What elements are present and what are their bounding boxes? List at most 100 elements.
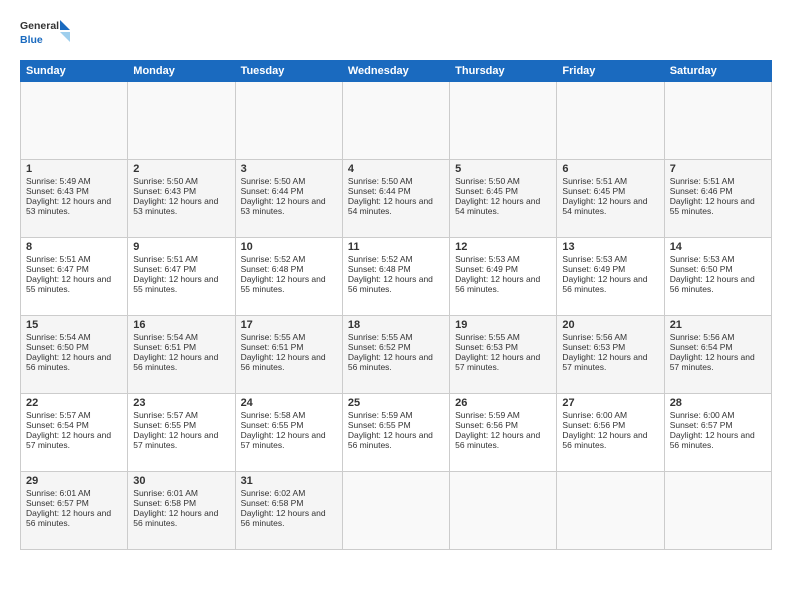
sunrise-text: Sunrise: 5:54 AM [26, 332, 91, 342]
day-cell: 31Sunrise: 6:02 AMSunset: 6:58 PMDayligh… [235, 472, 342, 550]
day-cell [128, 82, 235, 160]
sunset-text: Sunset: 6:57 PM [670, 420, 733, 430]
sunset-text: Sunset: 6:46 PM [670, 186, 733, 196]
day-number: 14 [670, 241, 766, 253]
day-number: 21 [670, 319, 766, 331]
sunrise-text: Sunrise: 5:52 AM [241, 254, 306, 264]
sunrise-text: Sunrise: 5:51 AM [26, 254, 91, 264]
sunset-text: Sunset: 6:53 PM [562, 342, 625, 352]
day-cell: 6Sunrise: 5:51 AMSunset: 6:45 PMDaylight… [557, 160, 664, 238]
day-cell [557, 472, 664, 550]
sunset-text: Sunset: 6:54 PM [26, 420, 89, 430]
day-cell: 21Sunrise: 5:56 AMSunset: 6:54 PMDayligh… [664, 316, 771, 394]
sunset-text: Sunset: 6:44 PM [348, 186, 411, 196]
day-number: 28 [670, 397, 766, 409]
sunrise-text: Sunrise: 5:52 AM [348, 254, 413, 264]
sunrise-text: Sunrise: 5:54 AM [133, 332, 198, 342]
day-cell: 4Sunrise: 5:50 AMSunset: 6:44 PMDaylight… [342, 160, 449, 238]
day-number: 2 [133, 163, 229, 175]
sunrise-text: Sunrise: 6:02 AM [241, 488, 306, 498]
day-cell [21, 82, 128, 160]
sunrise-text: Sunrise: 5:51 AM [562, 176, 627, 186]
daylight-text: Daylight: 12 hours and 57 minutes. [241, 430, 326, 450]
day-number: 13 [562, 241, 658, 253]
sunrise-text: Sunrise: 5:55 AM [455, 332, 520, 342]
sunset-text: Sunset: 6:43 PM [26, 186, 89, 196]
sunset-text: Sunset: 6:50 PM [26, 342, 89, 352]
sunrise-text: Sunrise: 5:49 AM [26, 176, 91, 186]
sunrise-text: Sunrise: 5:58 AM [241, 410, 306, 420]
daylight-text: Daylight: 12 hours and 56 minutes. [26, 508, 111, 528]
day-number: 24 [241, 397, 337, 409]
daylight-text: Daylight: 12 hours and 57 minutes. [455, 352, 540, 372]
daylight-text: Daylight: 12 hours and 56 minutes. [133, 352, 218, 372]
daylight-text: Daylight: 12 hours and 56 minutes. [455, 274, 540, 294]
day-cell: 22Sunrise: 5:57 AMSunset: 6:54 PMDayligh… [21, 394, 128, 472]
day-cell: 1Sunrise: 5:49 AMSunset: 6:43 PMDaylight… [21, 160, 128, 238]
sunset-text: Sunset: 6:56 PM [455, 420, 518, 430]
calendar-table: SundayMondayTuesdayWednesdayThursdayFrid… [20, 60, 772, 550]
daylight-text: Daylight: 12 hours and 56 minutes. [348, 352, 433, 372]
sunrise-text: Sunrise: 5:55 AM [241, 332, 306, 342]
sunrise-text: Sunrise: 5:57 AM [133, 410, 198, 420]
daylight-text: Daylight: 12 hours and 53 minutes. [26, 196, 111, 216]
sunrise-text: Sunrise: 5:50 AM [348, 176, 413, 186]
daylight-text: Daylight: 12 hours and 56 minutes. [133, 508, 218, 528]
week-row-6: 29Sunrise: 6:01 AMSunset: 6:57 PMDayligh… [21, 472, 772, 550]
day-cell: 2Sunrise: 5:50 AMSunset: 6:43 PMDaylight… [128, 160, 235, 238]
day-cell: 12Sunrise: 5:53 AMSunset: 6:49 PMDayligh… [450, 238, 557, 316]
day-number: 20 [562, 319, 658, 331]
day-cell [235, 82, 342, 160]
sunset-text: Sunset: 6:56 PM [562, 420, 625, 430]
week-row-5: 22Sunrise: 5:57 AMSunset: 6:54 PMDayligh… [21, 394, 772, 472]
daylight-text: Daylight: 12 hours and 56 minutes. [670, 274, 755, 294]
day-cell: 24Sunrise: 5:58 AMSunset: 6:55 PMDayligh… [235, 394, 342, 472]
day-number: 5 [455, 163, 551, 175]
sunset-text: Sunset: 6:43 PM [133, 186, 196, 196]
day-number: 19 [455, 319, 551, 331]
daylight-text: Daylight: 12 hours and 57 minutes. [26, 430, 111, 450]
header: General Blue [20, 16, 772, 52]
sunrise-text: Sunrise: 5:53 AM [670, 254, 735, 264]
daylight-text: Daylight: 12 hours and 54 minutes. [562, 196, 647, 216]
sunset-text: Sunset: 6:55 PM [133, 420, 196, 430]
day-cell: 9Sunrise: 5:51 AMSunset: 6:47 PMDaylight… [128, 238, 235, 316]
logo: General Blue [20, 16, 70, 52]
day-number: 1 [26, 163, 122, 175]
sunset-text: Sunset: 6:57 PM [26, 498, 89, 508]
week-row-4: 15Sunrise: 5:54 AMSunset: 6:50 PMDayligh… [21, 316, 772, 394]
day-number: 10 [241, 241, 337, 253]
day-cell: 25Sunrise: 5:59 AMSunset: 6:55 PMDayligh… [342, 394, 449, 472]
day-cell [342, 82, 449, 160]
day-cell: 14Sunrise: 5:53 AMSunset: 6:50 PMDayligh… [664, 238, 771, 316]
daylight-text: Daylight: 12 hours and 54 minutes. [348, 196, 433, 216]
day-number: 27 [562, 397, 658, 409]
day-number: 26 [455, 397, 551, 409]
daylight-text: Daylight: 12 hours and 56 minutes. [348, 430, 433, 450]
daylight-text: Daylight: 12 hours and 56 minutes. [26, 352, 111, 372]
daylight-text: Daylight: 12 hours and 56 minutes. [562, 430, 647, 450]
day-cell: 3Sunrise: 5:50 AMSunset: 6:44 PMDaylight… [235, 160, 342, 238]
day-number: 7 [670, 163, 766, 175]
day-cell [450, 472, 557, 550]
sunset-text: Sunset: 6:53 PM [455, 342, 518, 352]
daylight-text: Daylight: 12 hours and 56 minutes. [455, 430, 540, 450]
sunset-text: Sunset: 6:51 PM [133, 342, 196, 352]
sunrise-text: Sunrise: 5:50 AM [241, 176, 306, 186]
sunset-text: Sunset: 6:55 PM [348, 420, 411, 430]
day-number: 3 [241, 163, 337, 175]
sunrise-text: Sunrise: 5:51 AM [670, 176, 735, 186]
day-cell: 13Sunrise: 5:53 AMSunset: 6:49 PMDayligh… [557, 238, 664, 316]
day-cell: 7Sunrise: 5:51 AMSunset: 6:46 PMDaylight… [664, 160, 771, 238]
sunset-text: Sunset: 6:54 PM [670, 342, 733, 352]
calendar-page: General Blue SundayMondayTuesdayWednesda… [0, 0, 792, 612]
day-cell: 10Sunrise: 5:52 AMSunset: 6:48 PMDayligh… [235, 238, 342, 316]
day-cell: 23Sunrise: 5:57 AMSunset: 6:55 PMDayligh… [128, 394, 235, 472]
header-row: SundayMondayTuesdayWednesdayThursdayFrid… [21, 61, 772, 82]
daylight-text: Daylight: 12 hours and 57 minutes. [670, 352, 755, 372]
sunrise-text: Sunrise: 6:00 AM [562, 410, 627, 420]
sunset-text: Sunset: 6:44 PM [241, 186, 304, 196]
day-cell: 17Sunrise: 5:55 AMSunset: 6:51 PMDayligh… [235, 316, 342, 394]
svg-text:General: General [20, 20, 59, 32]
day-cell [557, 82, 664, 160]
